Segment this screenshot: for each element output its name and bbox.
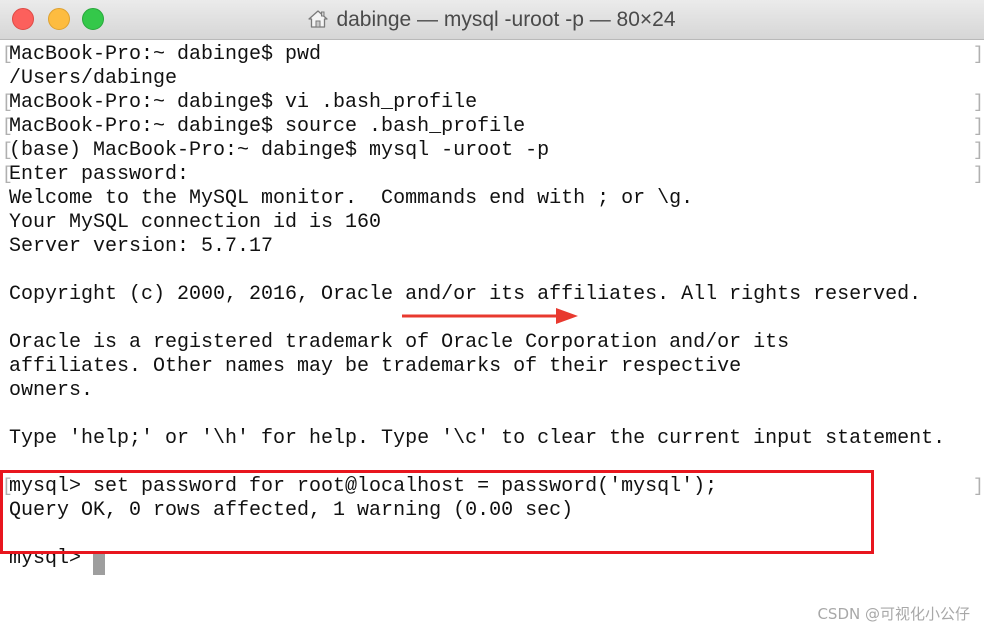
terminal-line: MacBook-Pro:~ dabinge$ vi .bash_profile [9, 91, 478, 114]
line-mark-right: ] [973, 477, 984, 497]
terminal-line: owners. [9, 379, 94, 402]
terminal-line: Server version: 5.7.17 [9, 235, 274, 258]
terminal-cursor [93, 554, 105, 575]
terminal-line: MacBook-Pro:~ dabinge$ pwd [9, 43, 322, 66]
terminal-line: Welcome to the MySQL monitor. Commands e… [9, 187, 694, 210]
terminal-line: Enter password: [9, 163, 190, 186]
line-mark-right: ] [973, 165, 984, 185]
line-mark-right: ] [973, 141, 984, 161]
terminal-line: Copyright (c) 2000, 2016, Oracle and/or … [9, 283, 922, 306]
line-mark-left: [ [2, 93, 13, 113]
terminal-line: /Users/dabinge [9, 67, 178, 90]
terminal-line: Oracle is a registered trademark of Orac… [9, 331, 790, 354]
terminal-line: (base) MacBook-Pro:~ dabinge$ mysql -uro… [9, 139, 550, 162]
terminal-content[interactable]: MacBook-Pro:~ dabinge$ pwd /Users/dabing… [0, 43, 984, 632]
terminal-line: Your MySQL connection id is 160 [9, 211, 382, 234]
line-mark-right: ] [973, 45, 984, 65]
terminal-line: MacBook-Pro:~ dabinge$ source .bash_prof… [9, 115, 526, 138]
window-title-wrap: dabinge — mysql -uroot -p — 80×24 [0, 7, 984, 33]
window-title: dabinge — mysql -uroot -p — 80×24 [336, 8, 676, 31]
annotation-highlight-box [0, 470, 874, 554]
title-bar[interactable]: dabinge — mysql -uroot -p — 80×24 [0, 0, 984, 40]
line-mark-right: ] [973, 93, 984, 113]
line-mark-right: ] [973, 117, 984, 137]
terminal-window: dabinge — mysql -uroot -p — 80×24 MacBoo… [0, 0, 984, 632]
line-mark-left: [ [2, 165, 13, 185]
watermark: CSDN @可视化小公仔 [817, 605, 970, 623]
line-mark-left: [ [2, 141, 13, 161]
home-folder-icon [308, 10, 329, 28]
terminal-line: affiliates. Other names may be trademark… [9, 355, 742, 378]
line-mark-left: [ [2, 117, 13, 137]
annotation-arrow-icon [402, 308, 578, 324]
line-mark-left: [ [2, 45, 13, 65]
terminal-line: Type 'help;' or '\h' for help. Type '\c'… [9, 427, 946, 450]
